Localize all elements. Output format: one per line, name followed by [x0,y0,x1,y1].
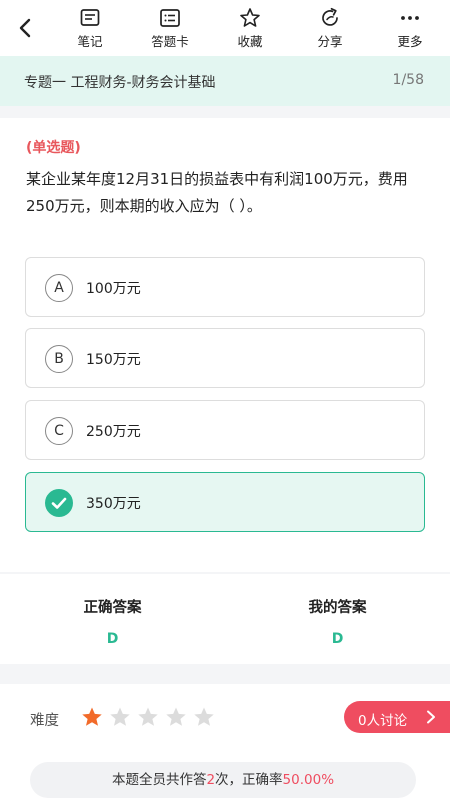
stats-prefix: 本题全员共作答 [111,772,207,788]
star-empty-icon [138,707,158,726]
difficulty-label: 难度 [30,713,59,729]
share-icon [322,7,338,26]
back-arrow-icon[interactable] [12,14,40,42]
star-empty-icon [110,707,130,726]
option-d-selected[interactable]: 350万元 [25,472,425,532]
answer-card-label: 答题卡 [151,34,189,49]
chevron-right-icon [427,710,435,724]
question-section: (单选题) 某企业某年度12月31日的损益表中有利润100万元，费用250万元，… [0,118,450,572]
discussion-label: 0人讨论 [358,713,408,729]
correct-answer-label: 正确答案 [83,600,142,616]
more-dots-icon [401,16,419,20]
star-outline-icon [240,8,260,27]
option-a-text: 100万元 [86,281,141,297]
answer-card-icon [160,9,180,27]
more-button[interactable]: 更多 [380,6,440,54]
stats-mid: 次，正确率 [215,772,283,788]
notes-label: 笔记 [77,34,103,49]
star-filled-icon [82,707,102,726]
stats-rate: 50.00% [282,772,335,788]
option-b[interactable]: B 150万元 [25,328,425,388]
topic-title: 专题一 工程财务-财务会计基础 [24,75,216,91]
answer-stats: 本题全员共作答2次，正确率50.00% [30,762,416,798]
notes-icon [80,9,100,26]
difficulty-stars [80,705,220,731]
option-a[interactable]: A 100万元 [25,257,425,317]
question-page: 笔记 答题卡 收藏 分享 更多 专题一 工程财务-财务会计基础 1/58 (单选… [0,0,450,800]
correct-answer-value: D [106,631,119,647]
checkmark-icon [45,489,73,517]
more-label: 更多 [397,34,423,49]
question-text: 某企业某年度12月31日的损益表中有利润100万元，费用250万元，则本期的收入… [26,170,408,215]
stats-count: 2 [206,772,216,788]
topic-bar: 专题一 工程财务-财务会计基础 1/58 [0,56,450,106]
star-empty-icon [194,707,214,726]
favorite-button[interactable]: 收藏 [220,6,280,54]
answer-card-button[interactable]: 答题卡 [140,6,200,54]
difficulty-section: 难度 0人讨论 本题全员共作答2次，正确率50.00% [0,684,450,800]
option-c-text: 250万元 [86,424,141,440]
option-b-text: 150万元 [86,352,141,368]
share-label: 分享 [317,34,343,49]
question-type-label: (单选题) [26,140,81,156]
notes-button[interactable]: 笔记 [60,6,120,54]
correct-answer-block: 正确答案 D [0,596,225,647]
star-empty-icon [166,707,186,726]
question-progress: 1/58 [392,72,424,88]
answer-summary: 正确答案 D 我的答案 D [0,574,450,664]
option-c-badge: C [45,417,73,445]
my-answer-value: D [331,631,344,647]
share-button[interactable]: 分享 [300,6,360,54]
top-toolbar: 笔记 答题卡 收藏 分享 更多 [0,0,450,56]
favorite-label: 收藏 [237,34,263,49]
discussion-button[interactable]: 0人讨论 [344,701,450,733]
option-a-badge: A [45,274,73,302]
my-answer-block: 我的答案 D [225,596,450,647]
my-answer-label: 我的答案 [308,600,367,616]
option-b-badge: B [45,345,73,373]
option-c[interactable]: C 250万元 [25,400,425,460]
option-d-text: 350万元 [86,496,141,512]
